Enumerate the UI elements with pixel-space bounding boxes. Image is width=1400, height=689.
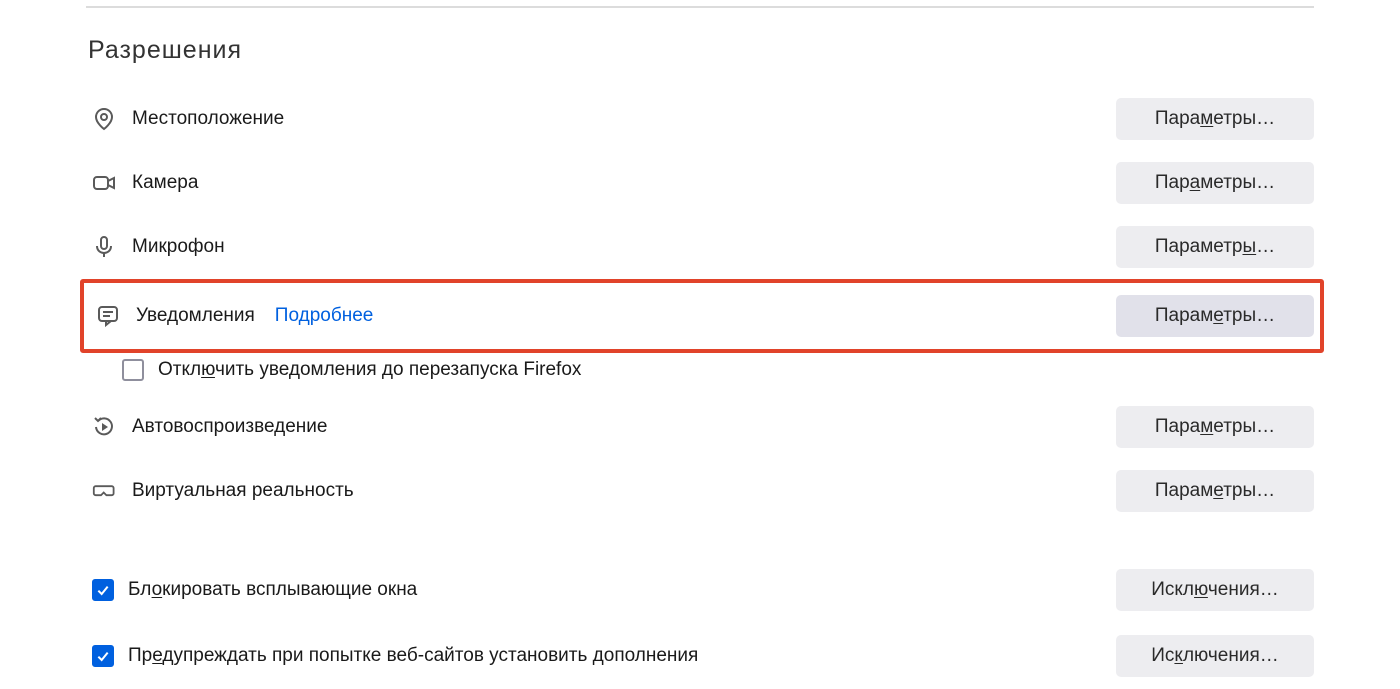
- divider: [86, 6, 1314, 8]
- label-autoplay: Автовоспроизведение: [132, 416, 327, 438]
- label-notifications: Уведомления: [136, 305, 255, 327]
- notification-icon: [96, 304, 120, 328]
- label-location: Местоположение: [132, 108, 284, 130]
- label-microphone: Микрофон: [132, 236, 225, 258]
- label-warn-addons: Предупреждать при попытке веб-сайтов уст…: [128, 645, 698, 667]
- settings-button-microphone[interactable]: Параметры…: [1116, 226, 1314, 268]
- checkbox-pause-notifications[interactable]: [122, 359, 144, 381]
- row-location: Местоположение Параметры…: [86, 87, 1314, 151]
- settings-button-autoplay[interactable]: Параметры…: [1116, 406, 1314, 448]
- check-icon: [95, 648, 111, 664]
- exceptions-button-popups[interactable]: Исключения…: [1116, 569, 1314, 611]
- settings-button-camera[interactable]: Параметры…: [1116, 162, 1314, 204]
- camera-icon: [92, 171, 116, 195]
- row-microphone: Микрофон Параметры…: [86, 215, 1314, 279]
- settings-button-vr[interactable]: Параметры…: [1116, 470, 1314, 512]
- checkbox-block-popups[interactable]: [92, 579, 114, 601]
- label-block-popups: Блокировать всплывающие окна: [128, 579, 417, 601]
- check-icon: [95, 582, 111, 598]
- row-pause-notifications: Отключить уведомления до перезапуска Fir…: [86, 351, 1314, 389]
- highlight-notifications: Уведомления Подробнее Параметры…: [80, 279, 1324, 353]
- label-vr: Виртуальная реальность: [132, 480, 354, 502]
- autoplay-icon: [92, 415, 116, 439]
- row-autoplay: Автовоспроизведение Параметры…: [86, 395, 1314, 459]
- row-vr: Виртуальная реальность Параметры…: [86, 459, 1314, 523]
- checkbox-warn-addons[interactable]: [92, 645, 114, 667]
- row-block-popups: Блокировать всплывающие окна Исключения…: [86, 557, 1314, 623]
- exceptions-button-addons[interactable]: Исключения…: [1116, 635, 1314, 677]
- learn-more-link[interactable]: Подробнее: [275, 305, 374, 327]
- row-warn-addons: Предупреждать при попытке веб-сайтов уст…: [86, 623, 1314, 689]
- label-pause-notifications: Отключить уведомления до перезапуска Fir…: [158, 359, 581, 381]
- vr-icon: [92, 479, 116, 503]
- section-title: Разрешения: [88, 36, 1314, 65]
- label-camera: Камера: [132, 172, 198, 194]
- location-icon: [92, 107, 116, 131]
- settings-button-notifications[interactable]: Параметры…: [1116, 295, 1314, 337]
- settings-button-location[interactable]: Параметры…: [1116, 98, 1314, 140]
- microphone-icon: [92, 235, 116, 259]
- row-camera: Камера Параметры…: [86, 151, 1314, 215]
- row-notifications: Уведомления Подробнее Параметры…: [86, 289, 1314, 343]
